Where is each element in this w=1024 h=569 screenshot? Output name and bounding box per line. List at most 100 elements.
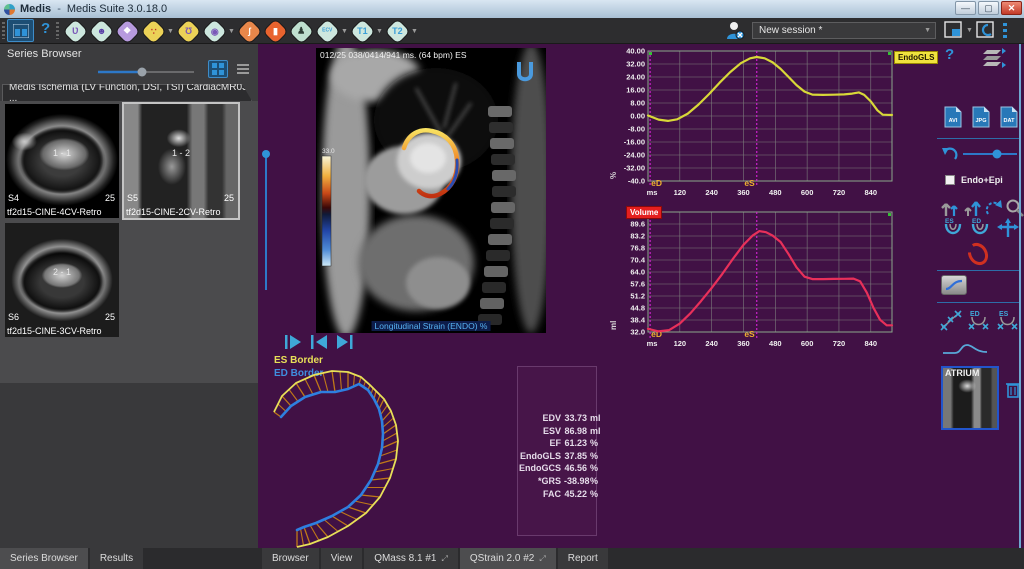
app-icon-glyph: ◉ xyxy=(202,19,226,43)
app-icon-11[interactable]: T2 xyxy=(384,19,410,43)
redo-dashed-icon[interactable] xyxy=(984,198,1004,218)
chevron-down-icon[interactable]: ▼ xyxy=(166,28,175,35)
tab-view[interactable]: View xyxy=(321,548,363,569)
app-icon-1[interactable]: ☻ xyxy=(88,19,114,43)
frame-slider[interactable] xyxy=(260,142,272,297)
series-thumbnail[interactable]: 2 - 1 S6 25 tf2d15-CINE-3CV-Retro xyxy=(5,223,119,337)
contour-tracing[interactable] xyxy=(266,362,434,552)
app-icon-3[interactable]: ∵ xyxy=(140,19,166,43)
series-thumbnail[interactable]: 1 - 1 S4 25 tf2d15-CINE-4CV-Retro xyxy=(5,104,119,218)
series-browser-title: Series Browser xyxy=(7,48,82,60)
volume-chart[interactable]: 96.089.683.276.870.464.057.651.244.838.4… xyxy=(608,204,902,354)
app-icon-0[interactable]: Ʋ xyxy=(62,19,88,43)
chevron-down-icon[interactable]: ▼ xyxy=(410,28,419,35)
app-icon-10[interactable]: T1 xyxy=(349,19,375,43)
metric-unit: ml xyxy=(590,426,602,439)
svg-text:eD: eD xyxy=(651,178,662,188)
session-dropdown[interactable]: New session * ▼ xyxy=(752,22,936,39)
magnifier-icon[interactable] xyxy=(1005,198,1024,218)
chevron-down-icon[interactable]: ▼ xyxy=(227,28,236,35)
thumbnail-grid: 1 - 1 S4 25 tf2d15-CINE-4CV-Retro 1 - 2 … xyxy=(0,101,258,383)
svg-text:120: 120 xyxy=(674,188,687,197)
export-avi-button[interactable]: AVI xyxy=(943,106,963,128)
propagate-all-icon[interactable] xyxy=(940,198,960,218)
help-icon[interactable]: ? xyxy=(945,46,954,63)
svg-text:-16.00: -16.00 xyxy=(624,138,645,147)
ed-contour-icon[interactable]: ED xyxy=(968,216,992,242)
chevron-down-icon[interactable]: ▼ xyxy=(340,28,349,35)
undo-icon[interactable] xyxy=(941,146,959,162)
endogls-chart[interactable]: 40.0032.0024.0016.008.000.00-8.00-16.00-… xyxy=(608,45,902,203)
export-jpg-button[interactable]: JPG xyxy=(971,106,991,128)
ellipse-roi-icon[interactable] xyxy=(965,242,991,266)
svg-text:51.2: 51.2 xyxy=(630,292,645,301)
session-sync-icon[interactable] xyxy=(976,21,995,39)
volume-legend: Volume xyxy=(626,206,662,219)
endogls-legend: EndoGLS xyxy=(894,51,938,64)
popout-icon[interactable]: ⤢ xyxy=(441,554,447,564)
layout-button[interactable] xyxy=(7,19,34,42)
endo-epi-checkbox[interactable] xyxy=(945,175,955,185)
thumbnail-size-slider[interactable] xyxy=(96,66,196,78)
skip-start-button[interactable] xyxy=(311,335,328,349)
opacity-slider[interactable] xyxy=(961,146,1019,162)
svg-text:480: 480 xyxy=(769,188,782,197)
app-icon-2[interactable]: ❖ xyxy=(114,19,140,43)
es-contour-icon[interactable]: ES xyxy=(941,216,965,242)
user-session-icon[interactable] xyxy=(726,21,746,40)
export-avi-label: AVI xyxy=(949,118,958,124)
minimize-button[interactable]: — xyxy=(955,1,976,15)
list-view-button[interactable] xyxy=(233,60,253,78)
app-icon-9[interactable]: ECV xyxy=(314,19,340,43)
series-thumbnail-selected[interactable]: 1 - 2 S5 25 tf2d15-CINE-2CV-Retro xyxy=(124,104,238,218)
tab-qstrain[interactable]: QStrain 2.0 #2 ⤢ xyxy=(460,548,556,569)
app-icon-glyph: ∵ xyxy=(141,19,165,43)
layers-icon[interactable] xyxy=(981,46,1007,70)
atrium-analysis-thumbnail[interactable]: ATRIUM xyxy=(941,366,999,430)
export-dat-button[interactable]: DAT xyxy=(999,106,1019,128)
app-tab-group: Browser View QMass 8.1 #1 ⤢ QStrain 2.0 … xyxy=(262,548,610,569)
app-icon-glyph: T1 xyxy=(350,19,374,43)
popout-icon[interactable]: ⤢ xyxy=(539,554,545,564)
frame-info-overlay: 012/25 038/0414/941 ms. (64 bpm) ES xyxy=(320,50,466,60)
app-icon-7[interactable]: ▮ xyxy=(262,19,288,43)
tab-results[interactable]: Results xyxy=(90,548,143,569)
skip-end-button[interactable] xyxy=(337,335,354,349)
toolbar-grip2[interactable] xyxy=(56,22,59,39)
toolbar-grip[interactable] xyxy=(2,22,5,39)
tab-report[interactable]: Report xyxy=(558,548,608,569)
tab-label: Browser xyxy=(272,553,309,564)
app-icon-6[interactable]: ʃ xyxy=(236,19,262,43)
overflow-menu-icon[interactable] xyxy=(1003,23,1007,39)
svg-text:24.00: 24.00 xyxy=(626,73,645,82)
chevron-down-icon[interactable]: ▼ xyxy=(375,28,384,35)
app-icon-4[interactable]: Ʊ xyxy=(175,19,201,43)
play-button[interactable] xyxy=(285,335,302,349)
propagate-forward-icon[interactable] xyxy=(962,198,982,218)
tab-qmass[interactable]: QMass 8.1 #1 ⤢ xyxy=(364,548,458,569)
maximize-button[interactable]: ▢ xyxy=(978,1,999,15)
move-contour-icon[interactable] xyxy=(996,218,1020,240)
es-points-icon[interactable]: ES xyxy=(995,308,1021,332)
metric-label: EndoGLS xyxy=(518,451,561,464)
cine-viewport[interactable]: 012/25 038/0414/941 ms. (64 bpm) ES xyxy=(316,48,546,333)
frame-count: 25 xyxy=(105,312,115,322)
svg-text:480: 480 xyxy=(769,339,782,348)
close-button[interactable]: ✕ xyxy=(1001,1,1022,15)
metric-unit: % xyxy=(590,451,602,464)
curve-smoothing-button[interactable] xyxy=(941,275,967,295)
help-icon[interactable]: ? xyxy=(41,20,50,37)
tab-browser[interactable]: Browser xyxy=(262,548,319,569)
view-layout-icon[interactable] xyxy=(944,21,963,39)
study-tab[interactable]: Medis Ischemia (LV Function, DSI, TSI) C… xyxy=(2,84,252,101)
ed-points-icon[interactable]: ED xyxy=(966,308,992,332)
grid-view-button[interactable] xyxy=(208,60,228,78)
app-icon-glyph: ▮ xyxy=(263,19,287,43)
tab-series-browser[interactable]: Series Browser xyxy=(0,548,88,569)
app-icon-5[interactable]: ◉ xyxy=(201,19,227,43)
chevron-down-icon[interactable]: ▼ xyxy=(966,27,973,34)
app-icon-8[interactable]: ♟ xyxy=(288,19,314,43)
edit-points-icon[interactable] xyxy=(939,308,963,332)
scrollbar[interactable] xyxy=(1019,44,1021,548)
curve-display-icon[interactable] xyxy=(941,340,991,358)
